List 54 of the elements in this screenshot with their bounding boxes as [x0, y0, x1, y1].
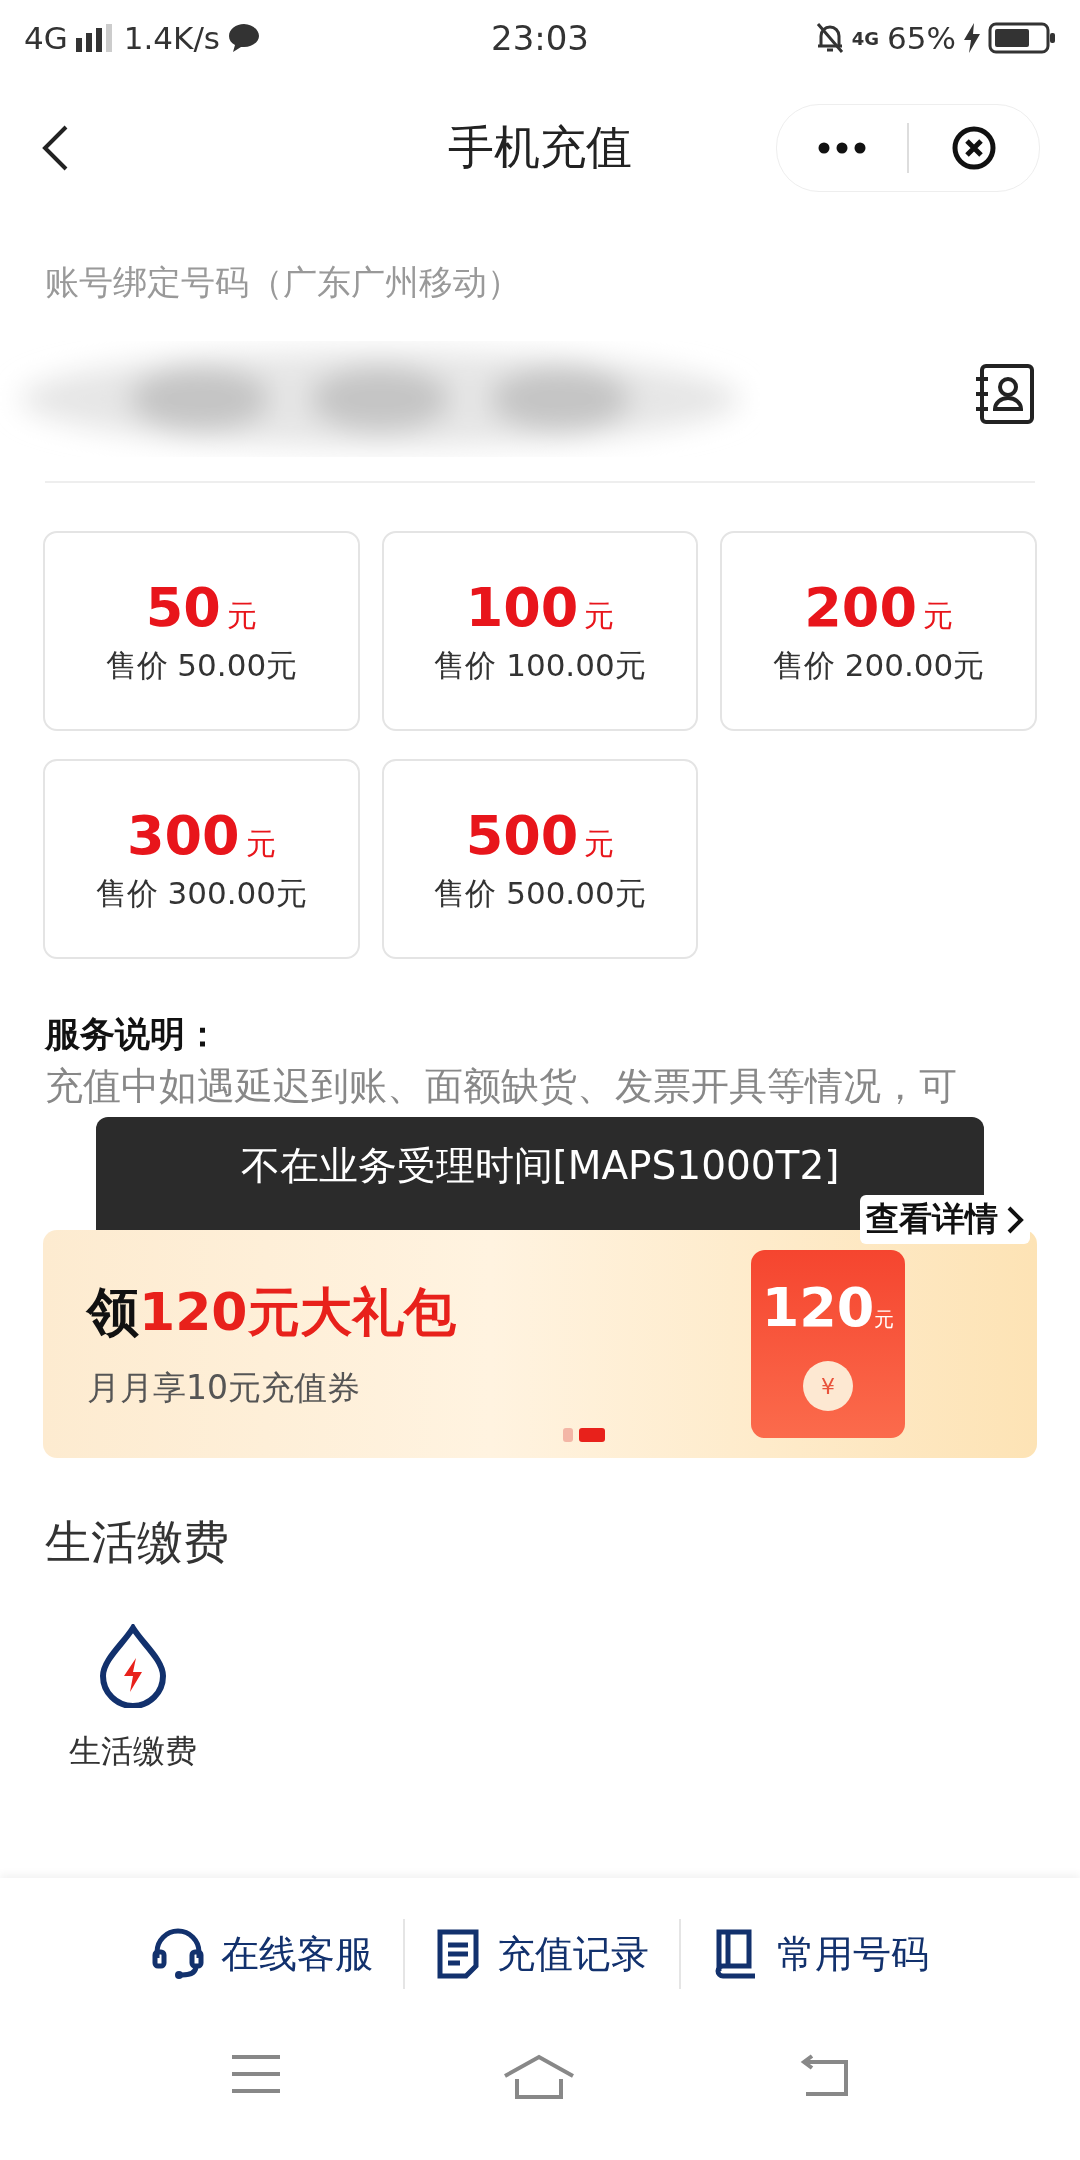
amount-value: 100 [465, 575, 579, 639]
details-link[interactable]: 查看详情 [860, 1195, 1030, 1244]
amount-unit: 元 [245, 824, 276, 863]
section-title: 生活缴费 [45, 1514, 230, 1571]
sale-price: 售价 500.00元 [434, 873, 646, 913]
bell-muted-icon [815, 22, 844, 54]
menu-icon[interactable] [230, 2054, 283, 2094]
headset-icon [151, 1928, 205, 1980]
amount-option[interactable]: 50 元 售价 50.00元 [43, 531, 360, 731]
water-drop-bolt-icon [98, 1624, 168, 1708]
sale-price: 售价 200.00元 [773, 645, 985, 685]
more-icon[interactable] [818, 142, 866, 154]
chevron-icon [1006, 1204, 1024, 1235]
service-description: 充值中如遇延迟到账、面额缺货、发票开具等情况，可 [45, 1063, 957, 1110]
yuan-coin: ¥ [803, 1361, 853, 1411]
network-speed: 1.4K/s [123, 20, 220, 56]
battery-icon [988, 22, 1056, 54]
envelope-unit: 元 [874, 1306, 895, 1333]
utility-shortcut[interactable]: 生活缴费 [23, 1624, 243, 1774]
document-icon [435, 1927, 481, 1981]
home-icon[interactable] [503, 2054, 575, 2100]
amount-value: 200 [804, 575, 917, 639]
amount-option[interactable]: 500 元 售价 500.00元 [381, 759, 699, 959]
envelope-amount: 120 [761, 1276, 875, 1339]
sale-price: 售价 50.00元 [105, 645, 298, 685]
amount-option[interactable]: 200 元 售价 200.00元 [720, 531, 1037, 731]
amount-value: 300 [126, 803, 240, 867]
clock-time: 23:03 [491, 18, 589, 58]
contact-book-icon[interactable] [973, 362, 1035, 425]
amount-unit: 元 [584, 824, 615, 863]
amount-unit: 元 [226, 596, 257, 635]
banner-subtitle: 月月享10元充值券 [87, 1366, 361, 1409]
charging-icon [964, 23, 980, 53]
amount-unit: 元 [923, 596, 953, 635]
banner-title: 领120元大礼包 [87, 1280, 456, 1344]
toolbar-button[interactable]: 充值记录 [405, 1927, 679, 1981]
amount-value: 500 [465, 803, 579, 867]
toolbar-button[interactable]: 常用号码 [681, 1927, 959, 1981]
network-type: 4G [24, 20, 68, 56]
service-title: 服务说明： [45, 1013, 221, 1056]
close-icon[interactable] [952, 126, 996, 170]
amount-unit: 元 [584, 596, 615, 635]
sale-price: 售价 300.00元 [95, 873, 307, 913]
network-type: 4G [851, 27, 880, 49]
chat-bubble-icon [228, 23, 260, 53]
amount-option[interactable]: 300 元 售价 300.00元 [43, 759, 360, 959]
toolbar-button[interactable]: 在线客服 [121, 1928, 403, 1980]
account-label: 账号绑定号码（广东广州移动） [45, 261, 522, 304]
amount-value: 50 [145, 575, 221, 639]
sale-price: 售价 100.00元 [434, 645, 646, 685]
back-icon[interactable] [40, 124, 70, 172]
amount-option[interactable]: 100 元 售价 100.00元 [381, 531, 699, 731]
page-title: 手机充值 [448, 120, 632, 174]
battery-percent: 65% [887, 20, 956, 56]
